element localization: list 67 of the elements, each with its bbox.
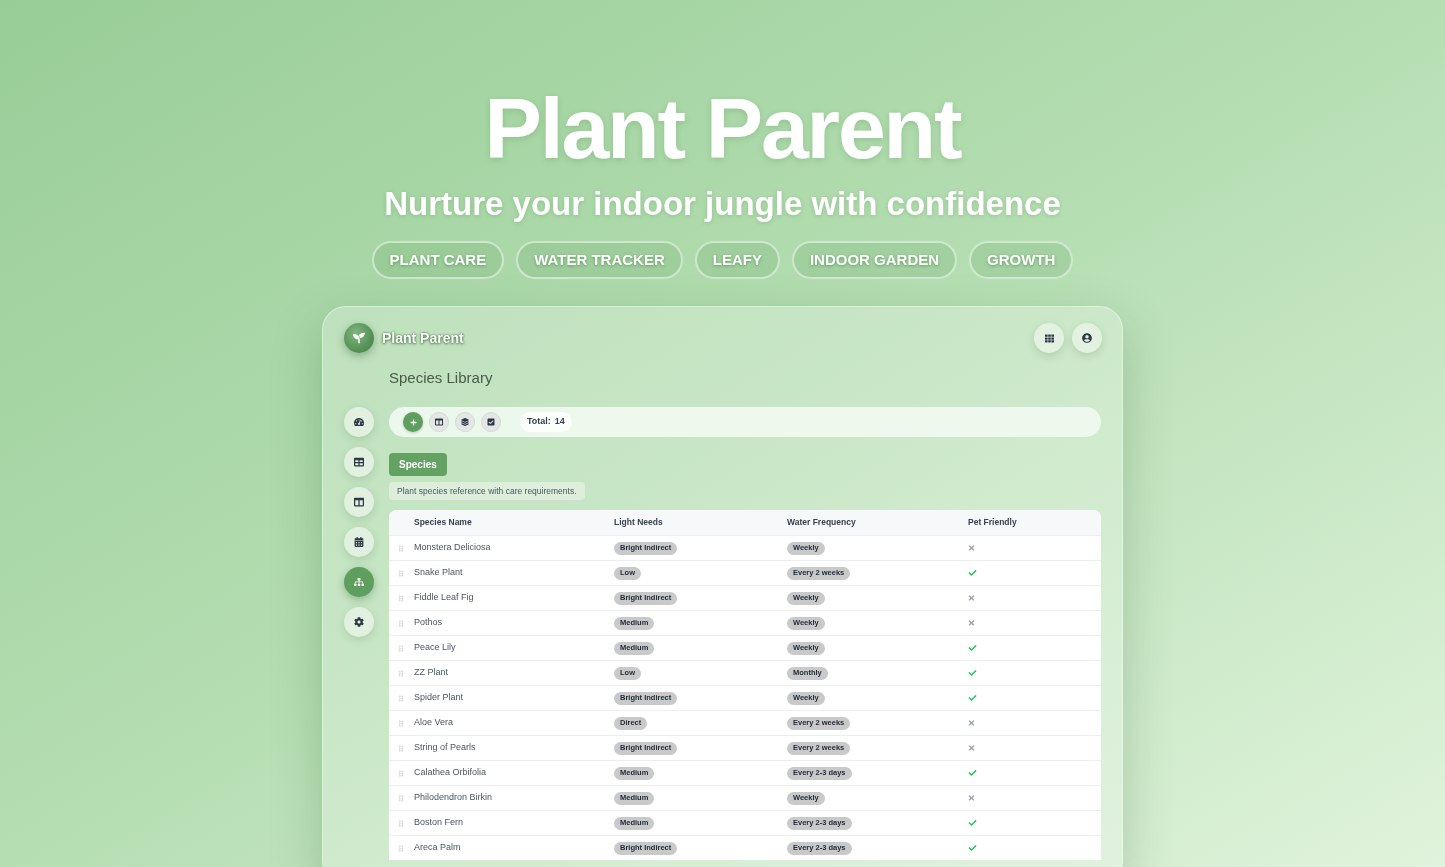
sidebar-item[interactable] — [344, 407, 374, 437]
hero-title: Plant Parent — [484, 86, 961, 170]
apps-button[interactable] — [1034, 323, 1064, 353]
sidebar-item[interactable] — [344, 607, 374, 637]
table-cell: Aloe Vera — [414, 716, 454, 730]
hero-subtitle: Nurture your indoor jungle with confidence — [384, 186, 1061, 222]
description: Plant species reference with care requirements. — [389, 482, 585, 500]
columns-icon — [354, 497, 364, 507]
table-cell: Peace Lily — [414, 641, 456, 655]
checkbox-icon — [487, 418, 495, 426]
drag-handle-icon[interactable] — [398, 594, 404, 602]
table-cell: Calathea Orbifolia — [414, 766, 487, 780]
layers-icon — [461, 418, 469, 426]
columns-icon — [435, 418, 443, 426]
table-cell: Boston Fern — [414, 816, 464, 830]
sidebar-item[interactable] — [344, 527, 374, 557]
user-icon — [1082, 333, 1092, 343]
sidebar-item[interactable] — [344, 487, 374, 517]
account-button[interactable] — [1072, 323, 1102, 353]
table-cell: Monstera Deliciosa — [414, 541, 491, 555]
drag-handle-icon[interactable] — [398, 794, 404, 802]
column-header: Species Name — [414, 516, 472, 529]
add-button[interactable] — [403, 412, 423, 432]
drag-handle-icon[interactable] — [398, 819, 404, 827]
tab[interactable]: Species — [389, 453, 447, 476]
sidebar-item[interactable] — [344, 447, 374, 477]
total-value: 14 — [554, 415, 565, 429]
table-cell: Spider Plant — [414, 691, 464, 705]
layers-button[interactable] — [455, 412, 475, 432]
app-title: Plant Parent — [382, 328, 464, 348]
calendar-icon — [354, 537, 364, 547]
table-cell: ZZ Plant — [414, 666, 448, 680]
drag-handle-icon[interactable] — [398, 694, 404, 702]
hierarchy-icon — [354, 577, 364, 587]
table-cell: String of Pearls — [414, 741, 476, 755]
table-cell: Pothos — [414, 616, 443, 630]
table-icon — [354, 457, 364, 467]
drag-handle-icon[interactable] — [398, 719, 404, 727]
hero-tag: LEAFY — [694, 241, 780, 279]
drag-handle-icon[interactable] — [398, 619, 404, 627]
table-cell: Fiddle Leaf Fig — [414, 591, 474, 605]
table-cell: Snake Plant — [414, 566, 463, 580]
hero-tag: INDOOR GARDEN — [791, 241, 958, 279]
drag-handle-icon[interactable] — [398, 569, 404, 577]
column-header: Water Frequency — [787, 516, 856, 529]
column-header: Pet Friendly — [968, 516, 1017, 529]
column-header: Light Needs — [614, 516, 663, 529]
columns-button[interactable] — [429, 412, 449, 432]
drag-handle-icon[interactable] — [398, 644, 404, 652]
drag-handle-icon[interactable] — [398, 669, 404, 677]
select-button[interactable] — [481, 412, 501, 432]
drag-handle-icon[interactable] — [398, 769, 404, 777]
table-cell: Areca Palm — [414, 841, 461, 855]
settings-icon — [354, 617, 364, 627]
drag-handle-icon[interactable] — [398, 744, 404, 752]
gauge-icon — [354, 417, 364, 427]
hero-tag: GROWTH — [969, 241, 1074, 279]
hero-tag: WATER TRACKER — [516, 241, 683, 279]
drag-handle-icon[interactable] — [398, 544, 404, 552]
page-title: Species Library — [389, 368, 493, 388]
drag-handle-icon[interactable] — [398, 844, 404, 852]
hero-tag: PLANT CARE — [371, 241, 505, 279]
grid-icon — [1044, 333, 1054, 343]
plus-icon — [409, 418, 417, 426]
sprout-icon — [344, 323, 374, 353]
table-cell: Philodendron Birkin — [414, 791, 493, 805]
total-label: Total: — [527, 415, 551, 429]
